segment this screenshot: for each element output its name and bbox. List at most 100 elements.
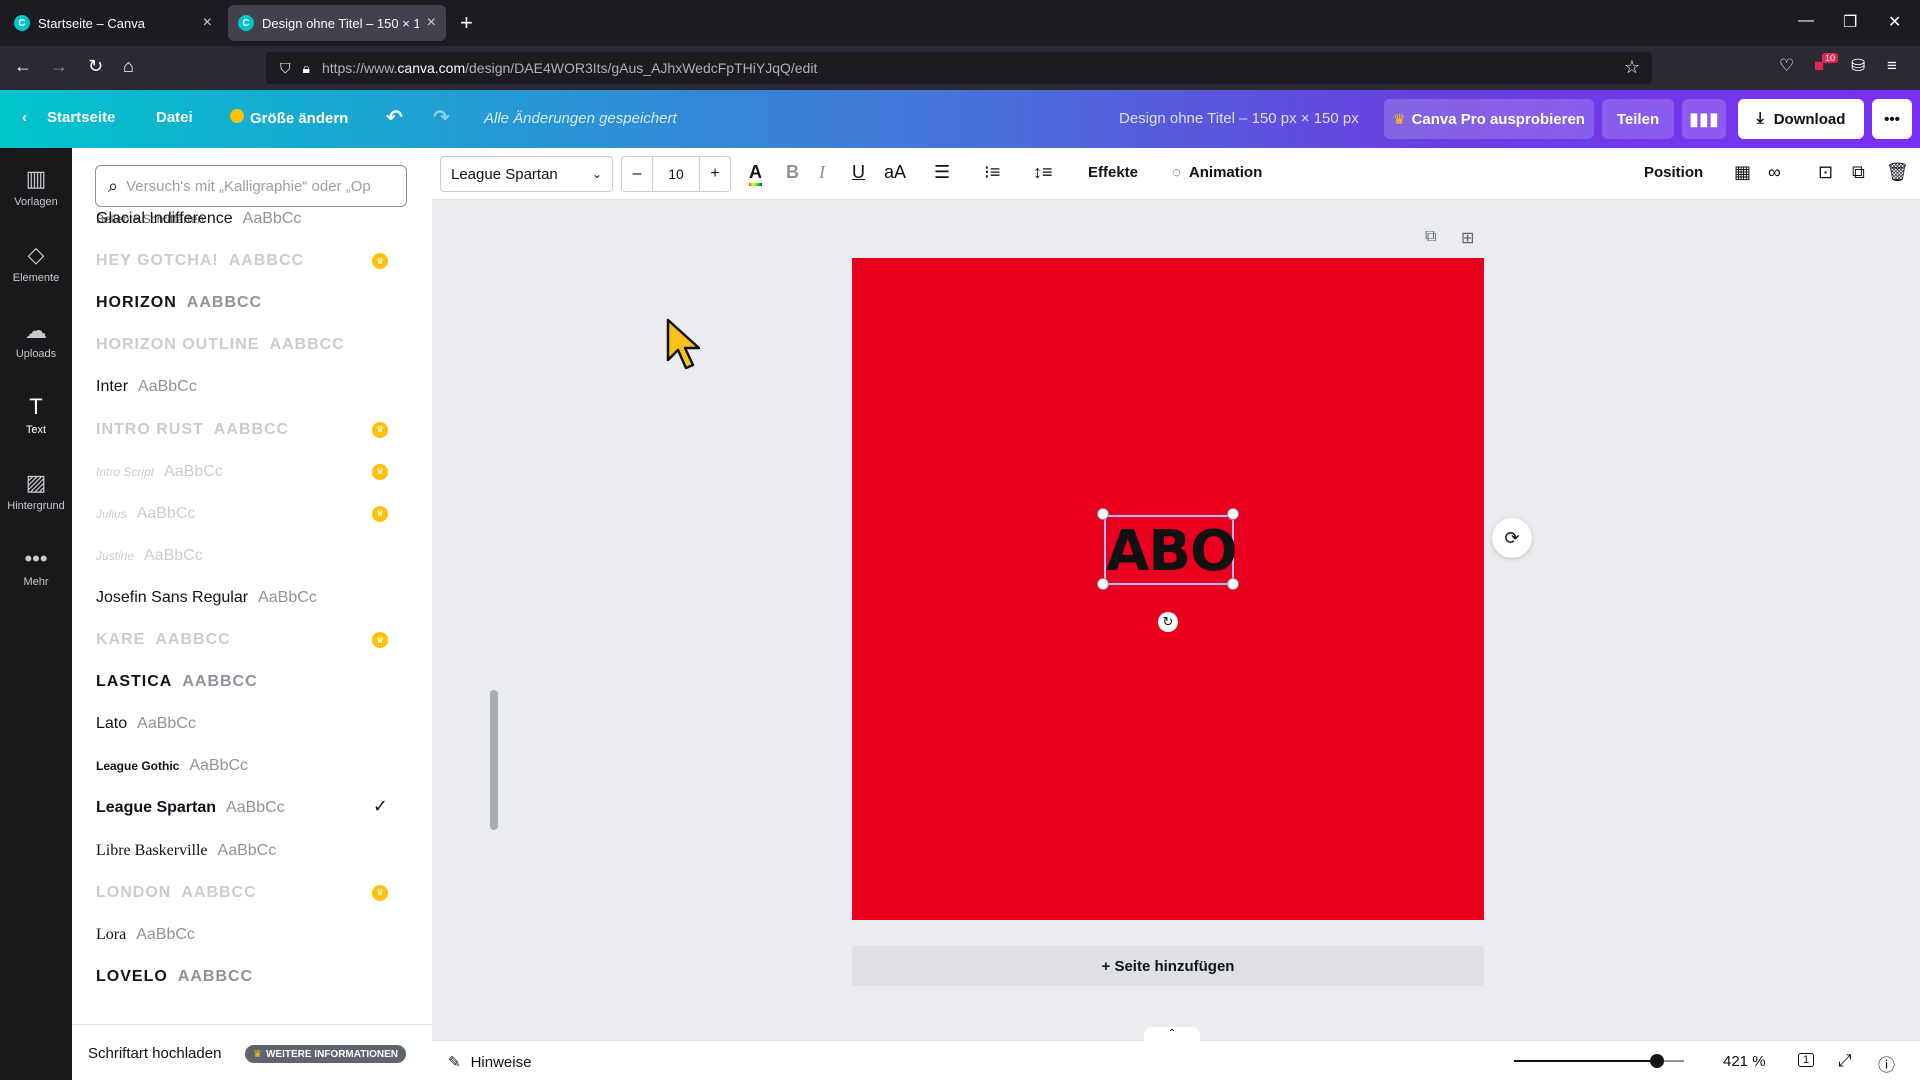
- link-icon[interactable]: ∞: [1768, 162, 1781, 183]
- list-icon[interactable]: ⁝≡: [984, 162, 1000, 183]
- extension-icon[interactable]: ⛁: [1851, 56, 1865, 76]
- decrease-size-button[interactable]: –: [622, 165, 652, 183]
- text-color-icon[interactable]: A: [749, 162, 762, 186]
- font-list-item[interactable]: Intro Script AaBbCc ♛: [96, 455, 396, 489]
- insights-chart-icon[interactable]: ▮▮▮: [1682, 99, 1726, 139]
- font-list-item[interactable]: League Spartan AaBbCc ✓: [96, 791, 396, 825]
- animation-button[interactable]: ◌ Animation: [1172, 164, 1262, 181]
- font-list-item[interactable]: League Gothic AaBbCc: [96, 749, 396, 783]
- duplicate-page-icon[interactable]: ⧉: [1425, 228, 1436, 246]
- expand-pages-icon[interactable]: ⌃: [1144, 1027, 1200, 1041]
- forward-icon[interactable]: →: [50, 56, 68, 77]
- resize-handle-top-left[interactable]: [1097, 508, 1109, 520]
- underline-icon[interactable]: U: [852, 162, 865, 183]
- close-tab-icon[interactable]: ×: [203, 14, 212, 32]
- increase-size-button[interactable]: +: [700, 165, 730, 183]
- download-button[interactable]: ⤓ Download: [1738, 99, 1864, 139]
- font-list-item[interactable]: HEY GOTCHA! AABBCC ♛: [96, 244, 396, 278]
- magic-refresh-icon[interactable]: ⟳: [1492, 518, 1532, 558]
- file-menu-button[interactable]: Datei: [156, 109, 193, 126]
- selected-text-box[interactable]: ABO: [1104, 515, 1238, 585]
- effects-button[interactable]: Effekte: [1088, 164, 1138, 181]
- zoom-level[interactable]: 421 %: [1723, 1053, 1766, 1070]
- share-button[interactable]: Teilen: [1602, 99, 1674, 139]
- tab-design[interactable]: C Design ohne Titel – 150 × 150px ×: [228, 5, 446, 41]
- panel-scrollbar[interactable]: [490, 690, 498, 830]
- font-size-value[interactable]: 10: [652, 157, 700, 191]
- new-tab-icon[interactable]: +: [460, 10, 473, 36]
- font-list-item[interactable]: Glacial Indifference AaBbCc: [96, 202, 396, 236]
- add-page-button[interactable]: + Seite hinzufügen: [852, 946, 1484, 986]
- lock-icon[interactable]: 🔒︎: [303, 60, 310, 77]
- resize-handle-bottom-right[interactable]: [1227, 578, 1239, 590]
- font-list-item[interactable]: Inter AaBbCc: [96, 370, 396, 404]
- position-button[interactable]: Position: [1644, 164, 1703, 181]
- fullscreen-icon[interactable]: ⤢: [1838, 1051, 1852, 1071]
- url-bar[interactable]: ⛉ 🔒︎ https://www.canva.com/design/DAE4WO…: [266, 52, 1652, 84]
- transparency-icon[interactable]: ▦: [1734, 162, 1751, 183]
- bold-icon[interactable]: B: [786, 162, 799, 183]
- font-list-item[interactable]: LASTICA AABBCC: [96, 665, 396, 699]
- back-chevron-icon[interactable]: ‹: [22, 109, 27, 126]
- rail-item-elemente[interactable]: ◇ Elemente: [0, 242, 72, 284]
- window-close-icon[interactable]: ✕: [1888, 12, 1901, 32]
- duplicate-icon[interactable]: ⧉: [1852, 162, 1865, 183]
- page-count-button[interactable]: 1: [1798, 1053, 1815, 1067]
- close-tab-icon[interactable]: ×: [427, 14, 436, 32]
- resize-handle-bottom-left[interactable]: [1097, 578, 1109, 590]
- font-list-item[interactable]: Justine AaBbCc: [96, 539, 396, 573]
- home-button[interactable]: Startseite: [47, 109, 115, 126]
- design-page[interactable]: [852, 258, 1484, 920]
- rail-item-uploads[interactable]: ☁ Uploads: [0, 318, 72, 360]
- italic-icon[interactable]: I: [819, 162, 825, 183]
- redo-icon[interactable]: ↷: [433, 105, 450, 130]
- font-list-item[interactable]: Lato AaBbCc: [96, 707, 396, 741]
- rail-item-hintergrund[interactable]: ▨ Hintergrund: [0, 470, 72, 512]
- font-search-input[interactable]: [126, 177, 397, 195]
- font-size-stepper[interactable]: – 10 +: [621, 156, 731, 192]
- more-options-button[interactable]: •••: [1872, 99, 1912, 139]
- font-search[interactable]: ⌕: [95, 165, 407, 207]
- hints-button[interactable]: ✎ Hinweise: [448, 1053, 531, 1071]
- font-list-item[interactable]: INTRO RUST AABBCC ♛: [96, 413, 396, 447]
- upload-font-link[interactable]: Schriftart hochladen: [88, 1045, 221, 1062]
- rotate-handle-icon[interactable]: ↻: [1158, 612, 1178, 632]
- minimize-icon[interactable]: —: [1798, 12, 1814, 30]
- trash-icon[interactable]: 🗑︎: [1886, 162, 1909, 183]
- align-center-icon[interactable]: ☰: [934, 162, 950, 183]
- font-list-item[interactable]: HORIZON OUTLINE AABBCC: [96, 328, 396, 362]
- font-list-item[interactable]: Josefin Sans Regular AaBbCc: [96, 581, 396, 615]
- letter-case-button[interactable]: aA: [884, 162, 906, 183]
- rail-item-mehr[interactable]: ••• Mehr: [0, 546, 72, 588]
- more-info-button[interactable]: ♛ WEITERE INFORMATIONEN: [245, 1045, 406, 1063]
- zoom-slider-handle[interactable]: [1649, 1054, 1664, 1068]
- design-text[interactable]: ABO: [1106, 519, 1238, 584]
- font-list-item[interactable]: Julius AaBbCc ♛: [96, 497, 396, 531]
- reload-icon[interactable]: ↻: [88, 56, 103, 77]
- shield-icon[interactable]: ⛉: [280, 60, 291, 77]
- resize-handle-top-right[interactable]: [1227, 508, 1239, 520]
- font-list-item[interactable]: HORIZON AABBCC: [96, 286, 396, 320]
- font-family-dropdown[interactable]: League Spartan ⌄: [440, 156, 613, 192]
- rail-item-vorlagen[interactable]: ▥ Vorlagen: [0, 166, 72, 208]
- bookmark-star-icon[interactable]: ☆: [1624, 57, 1640, 78]
- rail-item-text[interactable]: T Text: [0, 394, 72, 436]
- design-title[interactable]: Design ohne Titel – 150 px × 150 px: [1119, 110, 1359, 127]
- add-page-icon[interactable]: ⊞: [1461, 228, 1474, 248]
- tab-startseite[interactable]: C Startseite – Canva ×: [4, 5, 222, 41]
- font-list-item[interactable]: LOVELO AABBCC: [96, 960, 396, 994]
- canva-pro-button[interactable]: ♛ Canva Pro ausprobieren: [1384, 99, 1594, 139]
- pocket-icon[interactable]: ♡: [1779, 56, 1794, 76]
- resize-button[interactable]: Größe ändern: [230, 109, 348, 127]
- back-icon[interactable]: ←: [14, 56, 32, 77]
- font-list-item[interactable]: Lora AaBbCc: [96, 918, 396, 952]
- menu-icon[interactable]: ≡: [1887, 56, 1897, 76]
- font-list-item[interactable]: LONDON AABBCC ♛: [96, 876, 396, 910]
- spacing-icon[interactable]: ↕≡: [1033, 162, 1053, 183]
- restore-icon[interactable]: ❐: [1843, 12, 1857, 32]
- font-list-item[interactable]: KARE AABBCC ♛: [96, 623, 396, 657]
- lock-icon[interactable]: ⊡: [1818, 162, 1833, 183]
- undo-icon[interactable]: ↶: [386, 105, 403, 130]
- help-icon[interactable]: ⓘ: [1878, 1051, 1895, 1076]
- font-list-item[interactable]: Libre Baskerville AaBbCc: [96, 834, 396, 868]
